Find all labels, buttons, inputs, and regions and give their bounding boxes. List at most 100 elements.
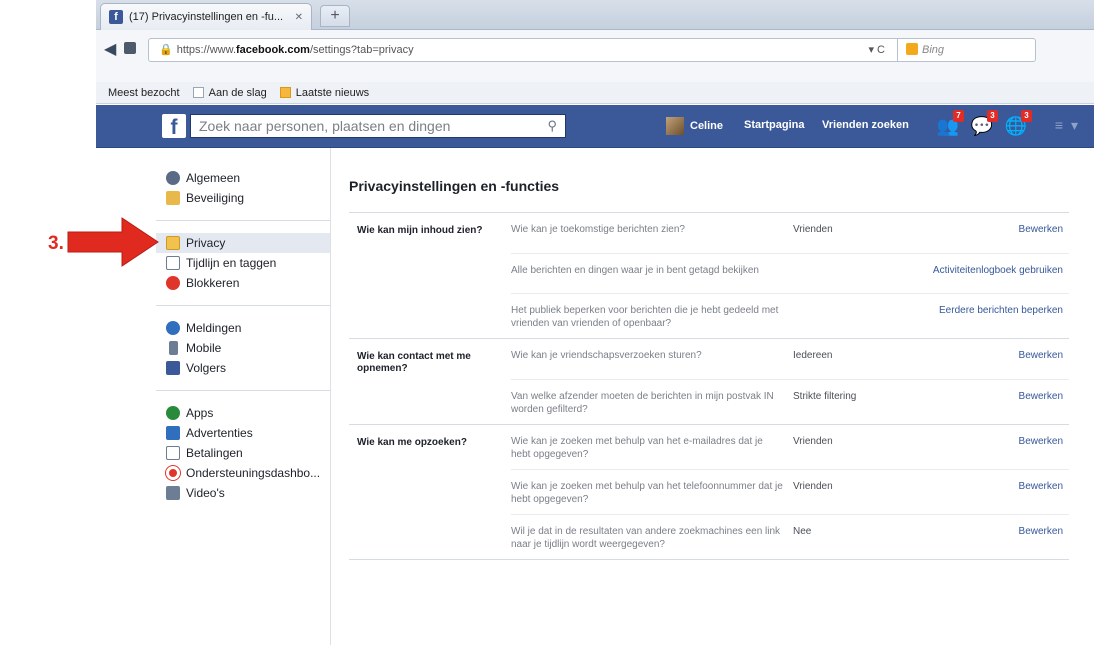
- browser-tab-bar: f (17) Privacyinstellingen en -fu... ✕ +: [96, 0, 1094, 30]
- red-arrow-icon: [67, 217, 159, 267]
- settings-section: Wie kan mijn inhoud zien? Wie kan je toe…: [349, 213, 1069, 339]
- search-placeholder: Zoek naar personen, plaatsen en dingen: [199, 118, 451, 134]
- sidebar-item-timeline-tagging[interactable]: Tijdlijn en taggen: [156, 253, 330, 273]
- sidebar-item-apps[interactable]: Apps: [156, 403, 330, 423]
- sidebar-item-security[interactable]: Beveiliging: [156, 188, 330, 208]
- activity-log-link[interactable]: Activiteitenlogboek gebruiken: [913, 264, 1069, 285]
- setting-question: Wil je dat in de resultaten van andere z…: [511, 526, 781, 550]
- sidebar-item-label: Tijdlijn en taggen: [186, 256, 277, 270]
- block-icon: [166, 276, 180, 290]
- new-tab-button[interactable]: +: [320, 5, 350, 27]
- sidebar-item-label: Meldingen: [186, 321, 242, 335]
- sidebar-item-mobile[interactable]: Mobile: [156, 338, 330, 358]
- setting-value: Vrienden: [793, 436, 833, 447]
- home-link[interactable]: Startpagina: [744, 119, 805, 131]
- privacy-settings-table: Wie kan mijn inhoud zien? Wie kan je toe…: [349, 212, 1069, 560]
- edit-link[interactable]: Bewerken: [913, 223, 1069, 245]
- friend-requests-badge: 7: [953, 110, 964, 122]
- page-icon: [192, 87, 204, 98]
- setting-question: Van welke afzender moeten de berichten i…: [511, 391, 774, 415]
- user-name: Celine: [690, 120, 724, 132]
- sidebar-group: Algemeen Beveiliging: [156, 168, 330, 221]
- sidebar-item-label: Blokkeren: [186, 276, 240, 290]
- browser-navbar: ◀ 🔒 https://www.facebook.com/settings?tab…: [96, 30, 1094, 82]
- facebook-logo-icon[interactable]: f: [162, 114, 186, 138]
- lock-icon: [166, 236, 180, 250]
- setting-question: Wie kan je zoeken met behulp van het e-m…: [511, 436, 763, 460]
- edit-link[interactable]: Bewerken: [913, 390, 1069, 416]
- url-domain: facebook.com: [236, 44, 310, 56]
- page-title: Privacyinstellingen en -functies: [349, 178, 560, 194]
- profile-link[interactable]: Celine: [666, 117, 723, 135]
- tab-title: (17) Privacyinstellingen en -fu...: [129, 11, 284, 23]
- bookmark-latest-news[interactable]: Laatste nieuws: [279, 87, 370, 99]
- phone-icon: [169, 341, 178, 355]
- section-label: Wie kan mijn inhoud zien?: [357, 225, 483, 236]
- setting-row: Alle berichten en dingen waar je in bent…: [511, 253, 1069, 293]
- film-icon: [166, 486, 180, 500]
- sidebar-item-blocking[interactable]: Blokkeren: [156, 273, 330, 293]
- sidebar-item-payments[interactable]: Betalingen: [156, 443, 330, 463]
- setting-row: Wie kan je zoeken met behulp van het e-m…: [511, 425, 1069, 469]
- sidebar-item-support-dashboard[interactable]: Ondersteuningsdashbo...: [156, 463, 330, 483]
- back-arrow-icon[interactable]: ◀: [104, 39, 116, 59]
- reload-icon[interactable]: ▾ C: [868, 39, 885, 61]
- shield-icon: [166, 191, 180, 205]
- search-engine-name: Bing: [922, 44, 945, 56]
- bookmark-getting-started[interactable]: Aan de slag: [192, 87, 267, 99]
- apps-icon: [166, 406, 180, 420]
- setting-row: Wil je dat in de resultaten van andere z…: [511, 514, 1069, 559]
- bookmark-most-visited[interactable]: Meest bezocht: [108, 87, 180, 99]
- setting-value: Nee: [793, 526, 812, 537]
- setting-question: Wie kan je zoeken met behulp van het tel…: [511, 481, 783, 505]
- facebook-search-input[interactable]: Zoek naar personen, plaatsen en dingen ⚲: [190, 114, 566, 138]
- close-tab-icon[interactable]: ✕: [295, 12, 303, 23]
- sidebar-item-label: Apps: [186, 406, 214, 420]
- sidebar-item-label: Algemeen: [186, 171, 241, 185]
- browser-tab[interactable]: f (17) Privacyinstellingen en -fu... ✕: [100, 3, 312, 30]
- step-number-label: 3.: [48, 233, 64, 254]
- account-menu-icon[interactable]: ≡ ▾: [1055, 117, 1080, 134]
- setting-question: Wie kan je vriendschapsverzoeken sturen?: [511, 350, 702, 361]
- setting-row: Wie kan je vriendschapsverzoeken sturen?…: [511, 339, 1069, 379]
- sidebar-item-label: Advertenties: [186, 426, 253, 440]
- setting-question: Het publiek beperken voor berichten die …: [511, 305, 779, 329]
- setting-row: Wie kan je toekomstige berichten zien? V…: [511, 213, 1069, 253]
- sidebar-item-ads[interactable]: Advertenties: [156, 423, 330, 443]
- edit-link[interactable]: Bewerken: [913, 435, 1069, 461]
- messages-icon[interactable]: 💬 3: [970, 110, 998, 138]
- settings-sidebar: Algemeen Beveiliging Privacy Tijdlijn en…: [156, 168, 330, 503]
- setting-value: Vrienden: [793, 481, 833, 492]
- sidebar-item-videos[interactable]: Video's: [156, 483, 330, 503]
- bookmarks-bar: Meest bezocht Aan de slag Laatste nieuws: [96, 82, 1094, 104]
- bookmark-label: Laatste nieuws: [295, 87, 370, 99]
- sidebar-item-label: Beveiliging: [186, 191, 245, 205]
- sidebar-item-notifications[interactable]: Meldingen: [156, 318, 330, 338]
- edit-link[interactable]: Bewerken: [913, 349, 1069, 371]
- setting-question: Wie kan je toekomstige berichten zien?: [511, 224, 685, 235]
- home-icon[interactable]: [124, 42, 136, 54]
- edit-link[interactable]: Bewerken: [913, 525, 1069, 551]
- sidebar-item-general[interactable]: Algemeen: [156, 168, 330, 188]
- limit-past-posts-link[interactable]: Eerdere berichten beperken: [913, 304, 1069, 330]
- find-friends-link[interactable]: Vrienden zoeken: [822, 119, 909, 131]
- notifications-icon[interactable]: 🌐 3: [1004, 110, 1032, 138]
- section-label: Wie kan me opzoeken?: [357, 437, 467, 448]
- facebook-header: f Zoek naar personen, plaatsen en dingen…: [96, 105, 1094, 148]
- friend-requests-icon[interactable]: 👥 7: [936, 110, 964, 138]
- lifebuoy-icon: [166, 466, 180, 480]
- address-bar[interactable]: 🔒 https://www.facebook.com/settings?tab=p…: [148, 38, 1036, 62]
- search-icon[interactable]: ⚲: [547, 115, 557, 137]
- sidebar-item-followers[interactable]: Volgers: [156, 358, 330, 378]
- setting-row: Het publiek beperken voor berichten die …: [511, 293, 1069, 338]
- setting-row: Wie kan je zoeken met behulp van het tel…: [511, 469, 1069, 514]
- sidebar-item-privacy[interactable]: Privacy: [156, 233, 330, 253]
- search-engine-box[interactable]: Bing: [897, 39, 1035, 61]
- edit-link[interactable]: Bewerken: [913, 480, 1069, 506]
- sidebar-item-label: Mobile: [186, 341, 222, 355]
- privacy-settings-panel: Privacyinstellingen en -functies Wie kan…: [330, 148, 1078, 645]
- ads-icon: [166, 426, 180, 440]
- setting-row: Van welke afzender moeten de berichten i…: [511, 379, 1069, 424]
- messages-badge: 3: [987, 110, 998, 122]
- sidebar-item-label: Privacy: [186, 236, 226, 250]
